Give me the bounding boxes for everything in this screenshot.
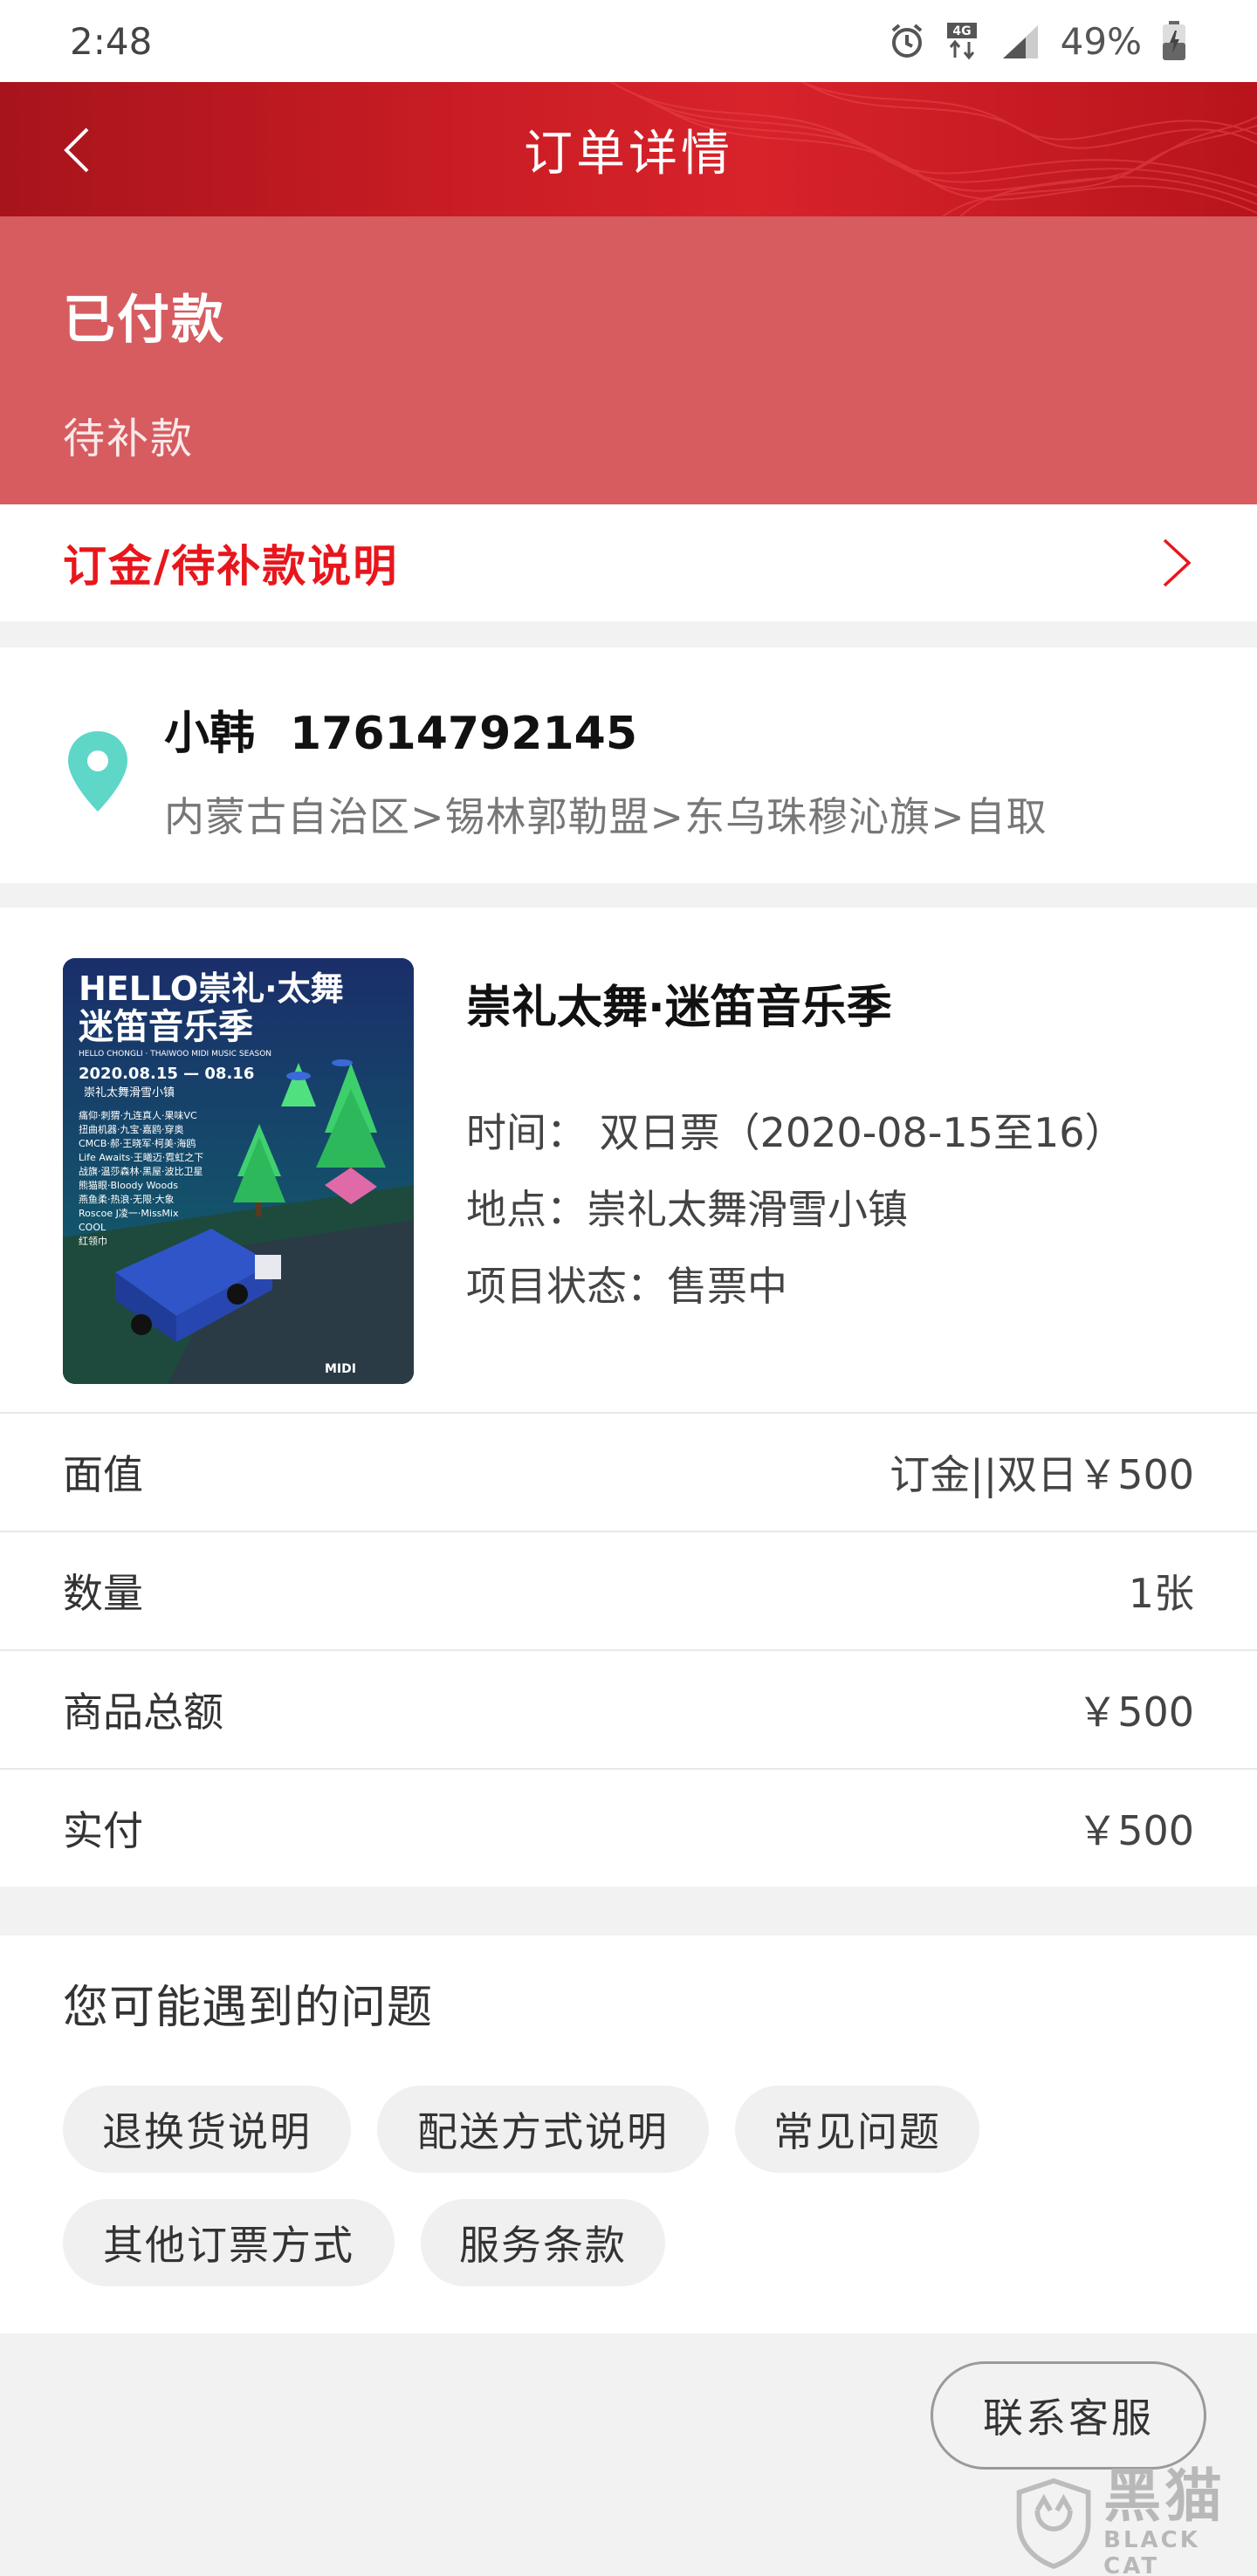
detail-row-paid: 实付 ￥500 (0, 1770, 1257, 1887)
faq-chip-terms[interactable]: 服务条款 (421, 2199, 665, 2286)
detail-label: 实付 (63, 1807, 143, 1854)
app-header: 订单详情 (0, 82, 1257, 216)
detail-label: 商品总额 (63, 1689, 223, 1736)
product-time: 时间： 双日票（2020-08-15至16） (466, 1109, 1125, 1156)
poster-lineup-line: 战旗·温莎森林·黑屋·波比卫星 (79, 1165, 203, 1177)
poster-headline: HELLO崇礼·太舞 (79, 969, 344, 1008)
poster-lineup-line: 熊猫眼·Bloody Woods (79, 1179, 178, 1191)
recipient-phone: 17614792145 (290, 708, 638, 760)
faq-chip-common-questions[interactable]: 常见问题 (735, 2086, 979, 2173)
detail-row-quantity: 数量 1张 (0, 1532, 1257, 1649)
poster-lineup-line: 痛仰·刺猬·九连真人·果味VC (79, 1109, 197, 1121)
battery-percent: 49% (1060, 19, 1142, 63)
recipient-name: 小韩 (164, 708, 256, 760)
network-4g-icon: 4G (946, 23, 977, 60)
order-status-main: 已付款 (63, 290, 225, 351)
address-card: 小韩 17614792145 内蒙古自治区>锡林郭勒盟>东乌珠穆沁旗>自取 (0, 647, 1257, 883)
poster-lineup-line: CMCB·郝·王晓军·柯美·海鸥 (79, 1137, 196, 1149)
detail-value: ￥500 (1077, 1689, 1194, 1736)
poster-artwork: HELLO崇礼·太舞 迷笛音乐季 HELLO CHONGLI · THAIWOO… (63, 958, 414, 1384)
chevron-left-icon (64, 127, 89, 173)
product-title: 崇礼太舞·迷笛音乐季 (466, 982, 892, 1034)
faq-title: 您可能遇到的问题 (63, 1982, 434, 2034)
poster-lineup-line: 扭曲机器·九宝·嘉鸥·穿奥 (79, 1123, 184, 1135)
watermark-cn: 黑猫 (1103, 2463, 1226, 2530)
network-label: 4G (952, 24, 971, 38)
watermark-text: 黑猫 BLACK CAT (1103, 2466, 1257, 2576)
poster-location: 崇礼太舞滑雪小镇 (84, 1086, 175, 1100)
alarm-icon (891, 24, 922, 58)
poster-lineup-line: 燕鱼柔·热浪·无限·大象 (79, 1193, 175, 1205)
detail-value: ￥500 (1077, 1807, 1194, 1854)
faq-chip-other-booking[interactable]: 其他订票方式 (63, 2199, 395, 2286)
poster-lineup-line: Life Awaits·王曦迈·霓虹之下 (79, 1151, 203, 1163)
deposit-explanation-row[interactable]: 订金/待补款说明 (0, 504, 1257, 621)
order-status-sub: 待补款 (63, 414, 195, 463)
poster-lineup-line: 红领巾 (79, 1235, 107, 1247)
status-bar: 2:48 4G 49% (0, 0, 1257, 82)
detail-row-subtotal: 商品总额 ￥500 (0, 1651, 1257, 1768)
contact-support-button[interactable]: 联系客服 (931, 2361, 1206, 2470)
signal-icon (1002, 25, 1038, 58)
detail-value: 1张 (1128, 1570, 1194, 1617)
watermark-logo: 黑猫 BLACK CAT (1013, 2466, 1257, 2576)
chevron-right-icon (1163, 538, 1192, 587)
detail-label: 面值 (63, 1451, 143, 1498)
battery-icon (1163, 21, 1185, 60)
detail-row-face-value: 面值 订金||双日￥500 (0, 1414, 1257, 1531)
poster-brand: MIDI (325, 1362, 356, 1376)
product-card: HELLO崇礼·太舞 迷笛音乐季 HELLO CHONGLI · THAIWOO… (0, 908, 1257, 1414)
address-detail: 内蒙古自治区>锡林郭勒盟>东乌珠穆沁旗>自取 (164, 793, 1048, 840)
poster-dates: 2020.08.15 — 08.16 (79, 1065, 254, 1083)
faq-chip-returns[interactable]: 退换货说明 (63, 2086, 351, 2173)
page-title: 订单详情 (524, 125, 733, 182)
location-pin-icon (68, 731, 127, 812)
event-poster[interactable]: HELLO崇礼·太舞 迷笛音乐季 HELLO CHONGLI · THAIWOO… (63, 958, 414, 1384)
watermark-en: BLACK CAT (1103, 2527, 1200, 2576)
product-venue: 地点：崇礼太舞滑雪小镇 (466, 1186, 908, 1233)
status-icons: 4G 49% (888, 20, 1187, 63)
recipient-line: 小韩 17614792145 (164, 696, 637, 762)
detail-value: 订金||双日￥500 (890, 1451, 1194, 1498)
faq-card: 您可能遇到的问题 退换货说明 配送方式说明 常见问题 其他订票方式 服务条款 (0, 1935, 1257, 2333)
black-cat-shield-icon (1016, 2477, 1091, 2569)
poster-lineup-line: COOL (79, 1222, 106, 1233)
back-button[interactable] (42, 115, 112, 185)
poster-lineup-line: Roscoe J凌一·MissMix (79, 1207, 179, 1219)
order-status-panel: 已付款 待补款 (0, 216, 1257, 504)
detail-label: 数量 (63, 1570, 143, 1617)
product-project-status: 项目状态：售票中 (466, 1263, 787, 1310)
faq-chip-delivery[interactable]: 配送方式说明 (377, 2086, 709, 2173)
poster-subhead: 迷笛音乐季 (79, 1007, 253, 1047)
poster-english: HELLO CHONGLI · THAIWOO MIDI MUSIC SEASO… (79, 1050, 271, 1058)
deposit-explanation-label: 订金/待补款说明 (63, 541, 399, 592)
clock: 2:48 (70, 19, 153, 63)
